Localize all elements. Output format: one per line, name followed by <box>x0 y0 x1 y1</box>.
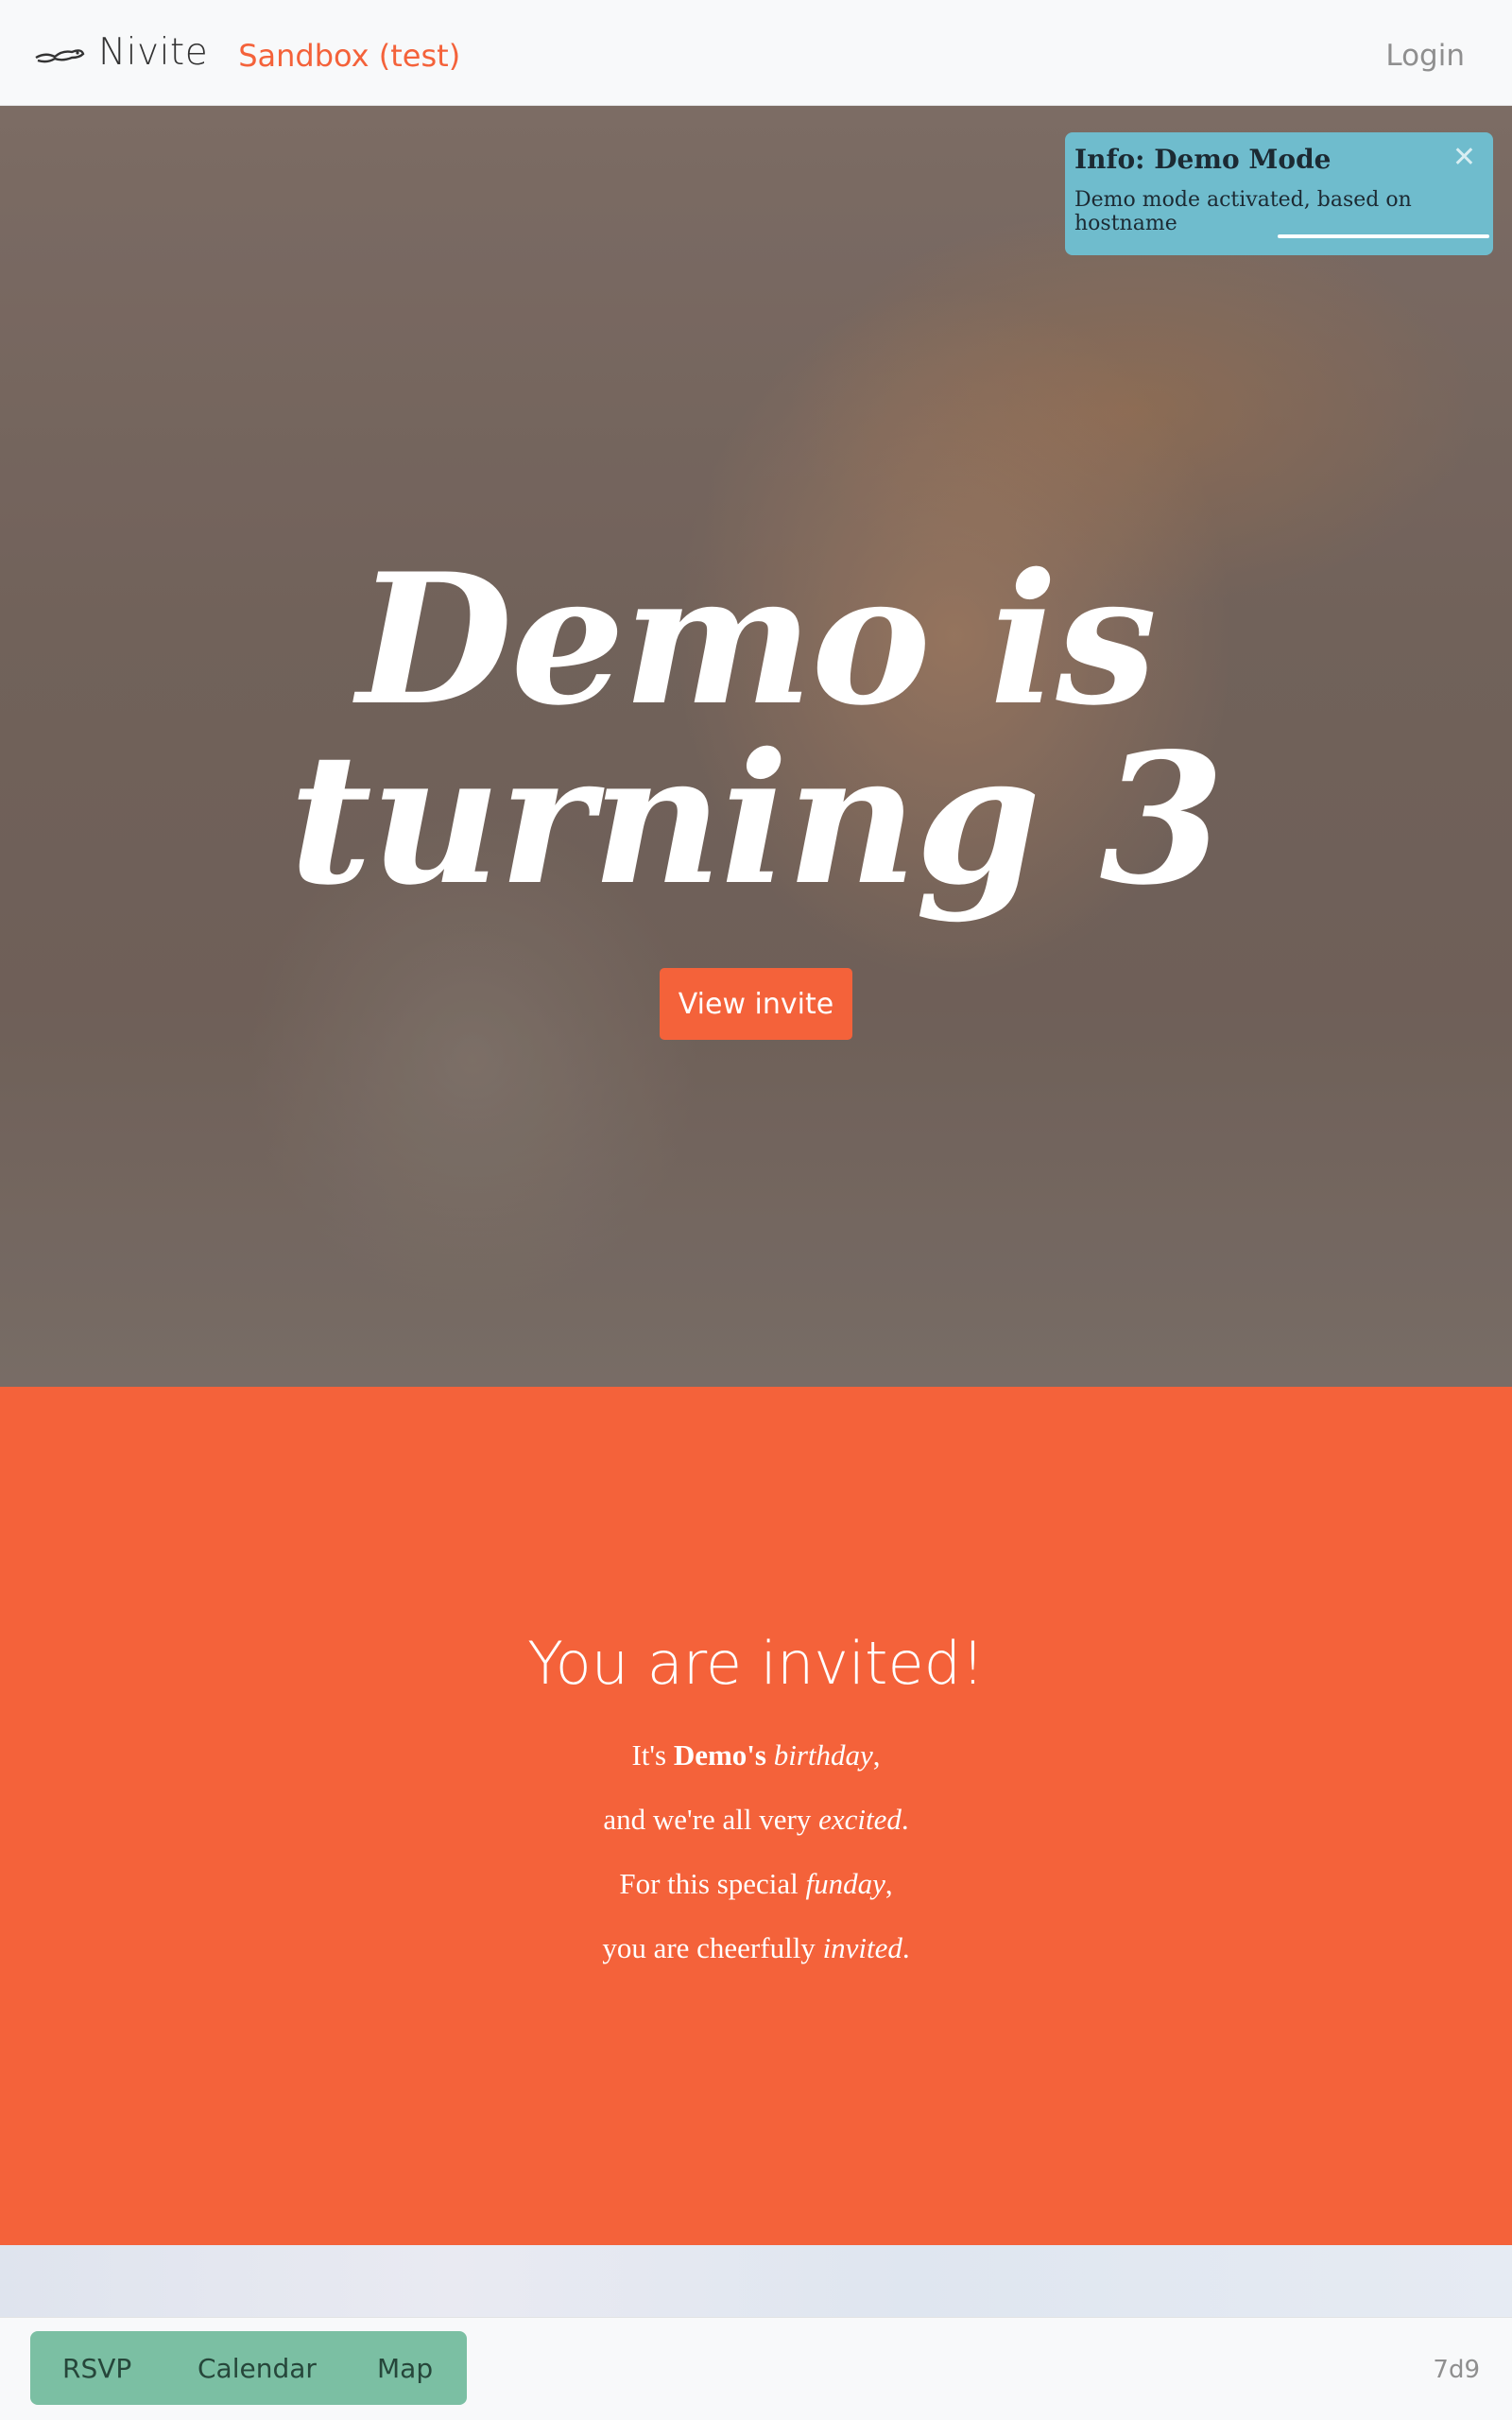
close-icon[interactable]: ✕ <box>1452 144 1476 172</box>
tab-map[interactable]: Map <box>377 2353 433 2384</box>
toast-progress-bar <box>1278 234 1489 238</box>
environment-label: Sandbox (test) <box>238 37 461 74</box>
toast-title: Info: Demo Mode <box>1074 144 1332 175</box>
bird-logo-icon <box>35 48 85 62</box>
invitation-section: You are invited! It's Demo's birthday, a… <box>0 1387 1512 2245</box>
poem-line: It's Demo's birthday, <box>631 1738 881 1772</box>
poem-line: you are cheerfully invited. <box>602 1931 910 1964</box>
poem-line: For this special funday, <box>619 1867 893 1900</box>
invitation-heading: You are invited! <box>527 1629 985 1698</box>
bottom-navbar: RSVP Calendar Map 7d9 <box>0 2317 1512 2420</box>
hero-section: Demo is turning 3 View invite <box>0 106 1512 1387</box>
tab-rsvp[interactable]: RSVP <box>62 2353 131 2384</box>
view-invite-button[interactable]: View invite <box>660 968 852 1040</box>
toast-message: Demo mode activated, based on hostname <box>1074 188 1412 235</box>
brand-link[interactable]: Nivite <box>34 31 208 74</box>
login-link[interactable]: Login <box>1385 39 1465 73</box>
top-navbar: Nivite Sandbox (test) Login <box>0 0 1512 106</box>
next-section-preview <box>0 2245 1512 2317</box>
poem-line: and we're all very excited. <box>603 1803 909 1836</box>
version-label: 7d9 <box>1433 2356 1480 2384</box>
invitation-poem: It's Demo's birthday, and we're all very… <box>0 1738 1512 1996</box>
bottom-tab-group: RSVP Calendar Map <box>30 2331 467 2405</box>
brand-name: Nivite <box>98 31 209 74</box>
demo-mode-toast: Info: Demo Mode Demo mode activated, bas… <box>1065 132 1493 255</box>
hero-title: Demo is turning 3 <box>289 534 1225 925</box>
tab-calendar[interactable]: Calendar <box>198 2353 317 2384</box>
